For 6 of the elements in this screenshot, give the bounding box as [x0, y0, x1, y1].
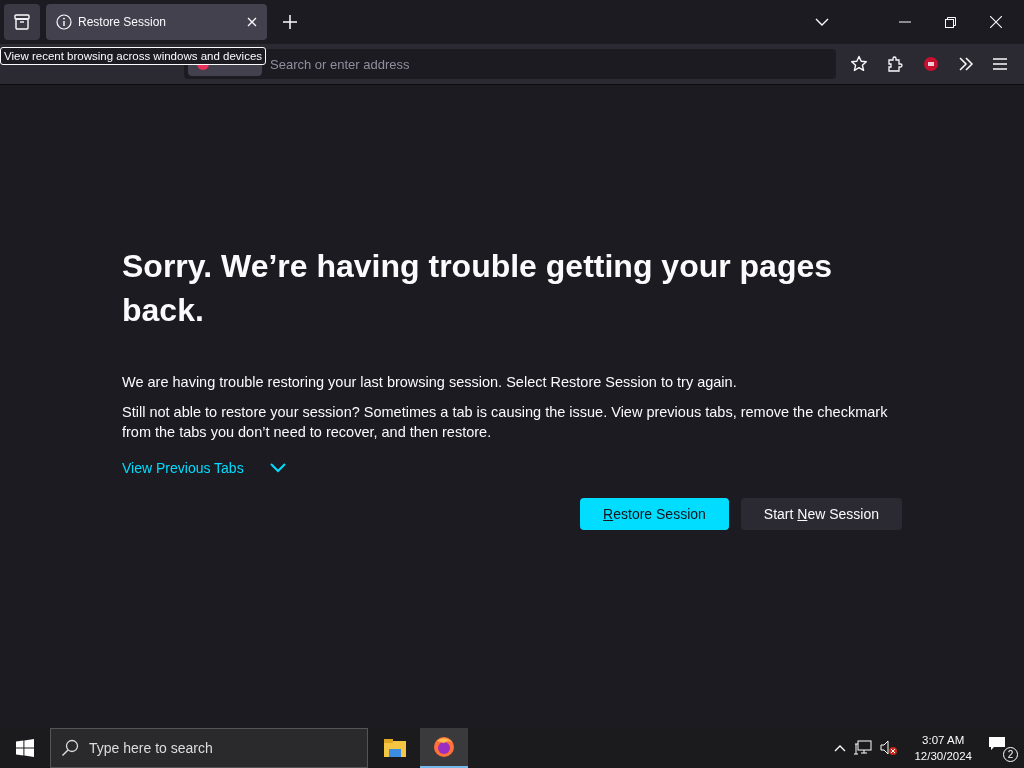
description-text: Still not able to restore your session? Sometimes a tab is causing the issue. View previous tabs, remove the checkmark from the tabs you don’t need to recover, and then restore.: [122, 402, 889, 442]
clock-date: 12/30/2024: [914, 749, 972, 764]
error-heading: Sorry. We’re having trouble getting your pages back.: [122, 246, 834, 330]
tooltip: View recent browsing across windows and devices: [0, 47, 267, 65]
clock-time: 3:07 AM: [922, 733, 965, 748]
description-text: We are having trouble restoring your last browsing session. Select Restore Session to try again.: [122, 372, 738, 392]
